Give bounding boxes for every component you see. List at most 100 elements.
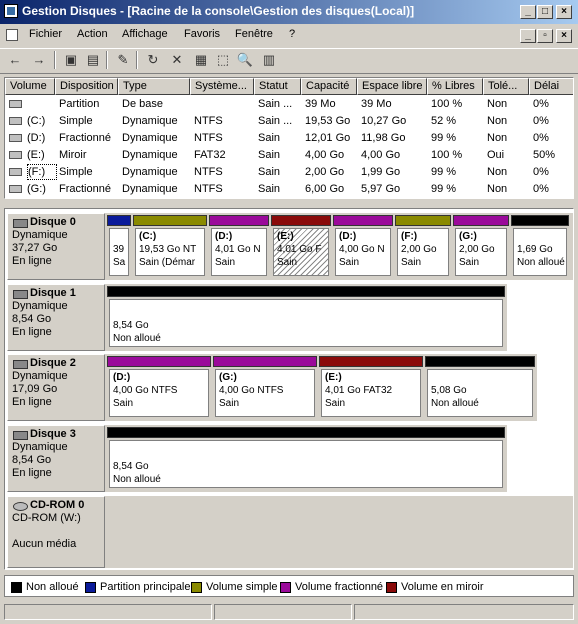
partition[interactable]: 39 Sa [107,215,131,278]
cdrom-drive: CD-ROM (W:) [12,512,81,524]
volume-list[interactable]: Volume Disposition Type Système... Statu… [4,77,574,199]
legend-label: Volume en miroir [401,581,484,593]
col-tolerance[interactable]: Tolé... [483,78,529,95]
col-type[interactable]: Type [118,78,190,95]
partition-letter: (D:) [339,231,357,242]
inner-close-button[interactable]: × [556,29,572,43]
menu-fichier[interactable]: Fichier [29,28,62,40]
disk-name: Disque 2 [30,357,76,369]
cdrom-info[interactable]: CD-ROM 0 CD-ROM (W:) Aucun média [7,496,105,568]
table-cell: Dynamique [122,149,178,161]
partition-color-bar [107,427,505,438]
table-cell: 0% [533,98,549,110]
disk-size: 37,27 Go [12,242,58,254]
search-icon[interactable]: 🔍 [236,51,254,69]
disk-state: En ligne [12,396,52,408]
open-icon[interactable]: ⬚ [214,51,232,69]
col-volume[interactable]: Volume [5,78,55,95]
table-cell: 99 % [431,183,457,195]
partition[interactable]: (F:) 2,00 Go Sain [395,215,451,278]
partition-size: 39 [113,244,125,255]
settings-icon[interactable]: ▦ [192,51,210,69]
menu-action[interactable]: Action [77,28,108,40]
console-icon[interactable] [6,29,18,41]
table-cell [27,96,55,112]
partition[interactable]: (D:) 4,01 Go N Sain [209,215,269,278]
close-button[interactable]: × [556,5,572,19]
partition[interactable]: 8,54 Go Non alloué [107,427,505,490]
disk-info[interactable]: Disque 0 Dynamique 37,27 Go En ligne [7,213,105,280]
table-cell: 19,53 Go [305,115,351,127]
col-pct-libres[interactable]: % Libres [427,78,483,95]
table-cell: (C:) [27,115,46,127]
partition[interactable]: 5,08 Go Non alloué [425,356,535,419]
partition-body: (E:) 4,01 Go F Sain [273,228,329,276]
partition-body: (G:) 2,00 Go Sain [455,228,507,276]
table-cell: 50% [533,149,556,161]
col-systeme[interactable]: Système... [190,78,254,95]
table-cell: 6,00 Go [305,183,345,195]
partition-color-bar [425,356,535,367]
menu-favoris[interactable]: Favoris [184,28,220,40]
legend-swatch-simple [191,582,202,593]
inner-minimize-button[interactable]: _ [520,29,536,43]
partition[interactable]: (D:) 4,00 Go N Sain [333,215,393,278]
partition-status: Non alloué [517,257,565,268]
table-cell: Sain [258,132,281,144]
partition-status: Non alloué [113,474,161,485]
table-cell: Sain ... [258,98,293,110]
forward-icon[interactable]: → [30,51,48,69]
maximize-button[interactable]: □ [537,5,553,19]
partition[interactable]: (G:) 4,00 Go NTFS Sain [213,356,317,419]
partition[interactable]: (D:) 4,00 Go NTFS Sain [107,356,211,419]
menu-affichage[interactable]: Affichage [122,28,168,40]
col-capacite[interactable]: Capacité [301,78,357,95]
inner-restore-button[interactable]: ▫ [537,29,553,43]
disk-name: Disque 3 [30,428,76,440]
partition[interactable]: (C:) 19,53 Go NT Sain (Démar [133,215,207,278]
partition[interactable]: (E:) 4,01 Go FAT32 Sain [319,356,423,419]
partition[interactable]: (G:) 2,00 Go Sain [453,215,509,278]
partition[interactable]: 8,54 Go Non alloué [107,286,505,349]
minimize-button[interactable]: _ [520,5,536,19]
table-cell: Non [487,115,508,127]
col-disposition[interactable]: Disposition [55,78,118,95]
table-cell: Dynamique [122,166,178,178]
help-topics-icon[interactable]: ▥ [260,51,278,69]
show-hide-tree-icon[interactable]: ▤ [84,51,102,69]
disk-size: 8,54 Go [12,454,52,466]
partition-status: Non alloué [113,333,161,344]
col-espace-libre[interactable]: Espace libre [357,78,427,95]
partition[interactable]: (E:) 4,01 Go F Sain [271,215,331,278]
partition-color-bar [107,356,211,367]
back-icon[interactable]: ← [6,51,24,69]
partition-color-bar [271,215,331,226]
table-cell: (G:) [27,183,46,195]
col-delai[interactable]: Délai [529,78,573,95]
properties-icon[interactable]: ✎ [114,51,132,69]
table-cell: 4,00 Go [305,149,345,161]
refresh-icon[interactable]: ↻ [144,51,162,69]
disk-info[interactable]: Disque 2 Dynamique 17,09 Go En ligne [7,354,105,421]
partition-body: 8,54 Go Non alloué [109,440,503,488]
partition-size: 4,01 Go N [215,244,261,255]
disk-info[interactable]: Disque 3 Dynamique 8,54 Go En ligne [7,425,105,492]
table-cell: 4,00 Go [361,149,401,161]
partition-size: 5,08 Go [431,385,467,396]
partition-color-bar [453,215,509,226]
partition-status: Sain [401,257,422,268]
partition-size: 4,00 Go N [339,244,385,255]
table-cell: 5,97 Go [361,183,401,195]
table-cell: De base [122,98,163,110]
partition[interactable]: 1,69 Go Non alloué [511,215,569,278]
delete-icon[interactable]: ✕ [168,51,186,69]
table-cell: 99 % [431,166,457,178]
legend-label: Partition principale [100,581,191,593]
col-statut[interactable]: Statut [254,78,301,95]
disk-info[interactable]: Disque 1 Dynamique 8,54 Go En ligne [7,284,105,351]
menu-help[interactable]: ? [289,28,295,40]
legend-swatch-spanned [280,582,291,593]
menu-fenetre[interactable]: Fenêtre [235,28,273,40]
disk-size: 8,54 Go [12,313,52,325]
up-folder-icon[interactable]: ▣ [62,51,80,69]
